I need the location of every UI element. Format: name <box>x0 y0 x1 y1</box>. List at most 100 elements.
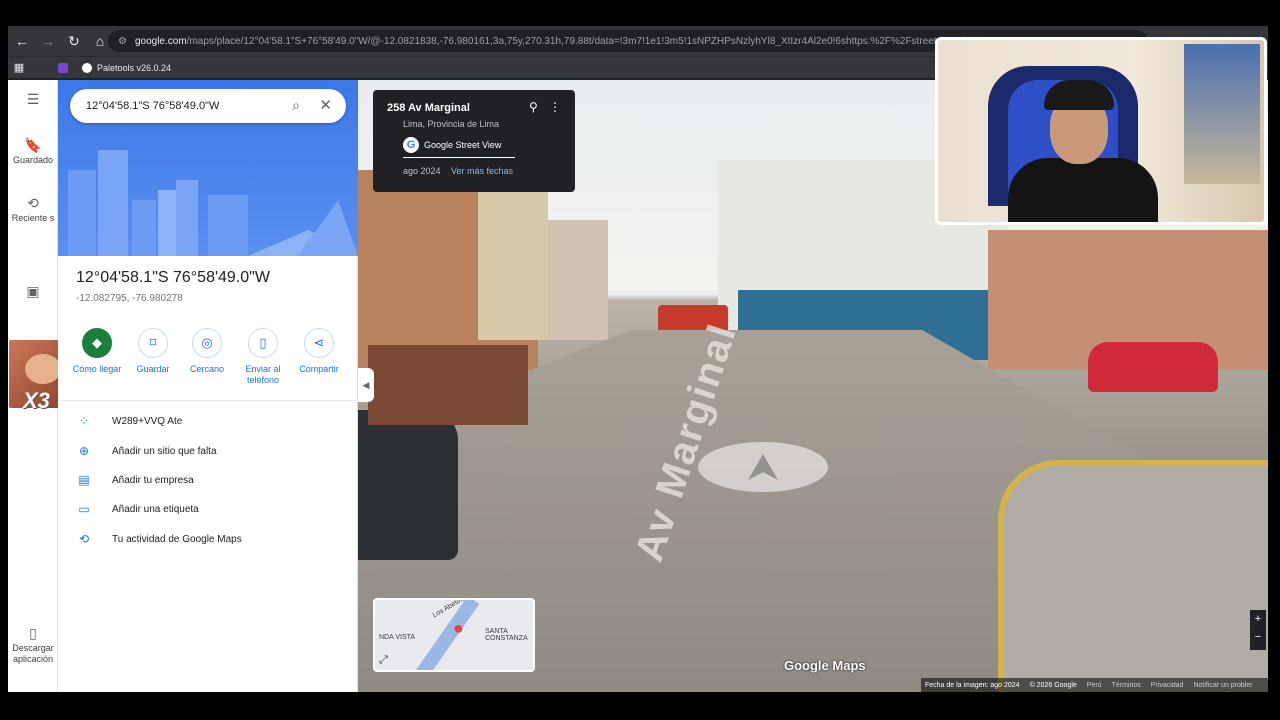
zoom-out-icon[interactable]: − <box>1250 628 1266 646</box>
save-label: Guardar <box>136 364 170 374</box>
minimap-label: SANTA CONSTANZA <box>485 628 528 642</box>
streamer-body <box>1008 158 1158 222</box>
map-footer: Fecha de la imagen: ago 2024 © 2026 Goog… <box>921 678 1268 692</box>
search-input[interactable]: 12°04'58.1"S 76°58'49.0"W ⌕ ✕ <box>70 89 346 123</box>
search-value: 12°04'58.1"S 76°58'49.0"W <box>86 100 220 112</box>
google-maps-logo: Google Maps <box>784 658 866 673</box>
place-thumbnail-icon: ▣ <box>26 283 40 299</box>
add-label-label: Añadir una etiqueta <box>112 503 199 515</box>
bookmark-icon: ⌑ <box>138 328 168 358</box>
more-dates-link[interactable]: Ver más fechas <box>451 166 513 176</box>
webcam-overlay <box>935 37 1267 225</box>
footer-terms-link[interactable]: Términos <box>1112 682 1141 689</box>
zoom-in-icon[interactable]: + <box>1250 610 1266 628</box>
building-left-3 <box>548 220 608 340</box>
maps-activity-row[interactable]: ⟲ Tu actividad de Google Maps <box>76 528 346 550</box>
add-business-label: Añadir tu empresa <box>112 474 194 486</box>
back-icon[interactable]: ← <box>10 29 34 53</box>
red-car <box>1088 342 1218 392</box>
phone-icon: ▯ <box>29 625 37 641</box>
place-panel: 12°04'58.1"S 76°58'49.0"W ⌕ ✕ 12°04'58.1… <box>58 80 358 692</box>
footer-report-link[interactable]: Notificar un probler <box>1193 682 1252 689</box>
google-g-icon: G <box>403 137 419 153</box>
add-place-label: Añadir un sitio que falta <box>112 445 217 457</box>
share-button[interactable]: ⋖ Compartir <box>292 328 346 375</box>
reload-icon[interactable]: ↻ <box>62 29 86 53</box>
share-icon: ⋖ <box>304 328 334 358</box>
send-to-phone-button[interactable]: ▯ Enviar al teléfono <box>236 328 290 386</box>
location-pin-icon[interactable]: ⚲ <box>529 100 538 114</box>
meme-badge: X3 <box>23 388 50 413</box>
place-coords: -12.082795, -76.980278 <box>76 293 183 304</box>
directions-label: Cómo llegar <box>72 364 122 374</box>
saved-label: Guardado <box>12 155 54 165</box>
expand-icon[interactable]: ⤢ <box>379 654 388 667</box>
menu-button[interactable]: ☰ <box>8 91 58 109</box>
search-icon[interactable]: ⌕ <box>292 97 300 114</box>
nearby-button[interactable]: ◎ Cercano <box>180 328 234 375</box>
directions-button[interactable]: ◆ Cómo llegar <box>70 328 124 375</box>
more-options-icon[interactable]: ⋮ <box>549 100 561 114</box>
saved-button[interactable]: 🔖 Guardado <box>8 138 58 166</box>
add-place-row[interactable]: ⊕ Añadir un sitio que falta <box>76 440 346 462</box>
apps-grid-icon[interactable]: ▦ <box>8 61 30 74</box>
streamer-cap <box>1044 80 1114 110</box>
add-place-icon: ⊕ <box>78 444 90 458</box>
sv-brand-label: Google Street View <box>424 140 502 150</box>
label-icon: ▭ <box>78 502 90 516</box>
plus-code-label: W289+VVQ Ate <box>112 415 183 427</box>
history-icon: ⟲ <box>78 532 90 546</box>
download-app-button[interactable]: ▯ Descargar aplicación <box>8 625 58 665</box>
plus-code-icon: ⁘ <box>78 414 90 428</box>
bookmark-paletools[interactable]: Paletools v26.0.24 <box>76 62 172 73</box>
url-path: /maps/place/12°04'58.1"S+76°58'49.0"W/@-… <box>186 35 1011 47</box>
save-button[interactable]: ⌑ Guardar <box>126 328 180 375</box>
share-label: Compartir <box>299 364 339 374</box>
action-row: ◆ Cómo llegar ⌑ Guardar ◎ Cercano ▯ Envi… <box>70 328 350 398</box>
wood-truck <box>368 345 528 425</box>
sidewalk <box>998 460 1268 692</box>
building-left-2 <box>478 190 548 340</box>
close-icon[interactable]: ✕ <box>319 96 332 114</box>
minimap[interactable]: ● SANTA CONSTANZA NDA VISTA Los Abetos ⤢ <box>373 598 535 672</box>
footer-copyright: © 2026 Google <box>1029 681 1077 689</box>
hamburger-icon: ☰ <box>26 91 40 107</box>
site-info-icon[interactable]: ⚙ <box>118 36 127 47</box>
store-icon: ▤ <box>78 473 90 487</box>
place-title: 12°04'58.1"S 76°58'49.0"W <box>76 269 270 286</box>
collapse-panel-button[interactable]: ◀ <box>358 368 374 402</box>
chevron-up-icon <box>748 454 778 480</box>
recent-button[interactable]: ⟲ Reciente s <box>8 195 58 224</box>
phone-send-icon: ▯ <box>248 328 278 358</box>
sv-region: Lima, Provincia de Lima <box>403 119 500 129</box>
paletools-icon <box>82 62 92 73</box>
sv-date: ago 2024 <box>403 166 441 176</box>
sv-divider <box>403 157 515 158</box>
directions-icon: ◆ <box>82 328 112 358</box>
map-pin-icon: ● <box>453 618 464 638</box>
plus-code-row[interactable]: ⁘ W289+VVQ Ate <box>76 410 346 432</box>
footer-privacy-link[interactable]: Privacidad <box>1151 682 1184 689</box>
bookmark-label: Paletools v26.0.24 <box>97 62 172 73</box>
add-label-row[interactable]: ▭ Añadir una etiqueta <box>76 498 346 520</box>
sv-address: 258 Av Marginal <box>387 102 470 114</box>
history-icon: ⟲ <box>27 195 39 211</box>
forward-icon[interactable]: → <box>36 29 60 53</box>
divider <box>58 400 358 401</box>
sv-brand: G Google Street View <box>403 137 501 153</box>
extension-icon[interactable] <box>58 62 68 73</box>
navigation-arrow[interactable] <box>698 442 828 492</box>
maps-activity-label: Tu actividad de Google Maps <box>112 533 242 545</box>
recent-label: Reciente s <box>11 213 55 223</box>
poster <box>1184 44 1260 184</box>
url-host: google.com <box>134 35 187 47</box>
nearby-icon: ◎ <box>192 328 222 358</box>
recent-place-thumb[interactable]: ▣ <box>8 283 58 301</box>
footer-date: Fecha de la imagen: ago 2024 <box>925 681 1020 689</box>
add-business-row[interactable]: ▤ Añadir tu empresa <box>76 469 346 491</box>
minimap-label: NDA VISTA <box>379 634 416 641</box>
street-view-info-card: 258 Av Marginal Lima, Provincia de Lima … <box>373 90 575 192</box>
footer-country-link[interactable]: Perú <box>1087 682 1102 689</box>
download-label: Descargar aplicación <box>12 643 54 664</box>
chevron-left-icon: ◀ <box>362 380 370 390</box>
